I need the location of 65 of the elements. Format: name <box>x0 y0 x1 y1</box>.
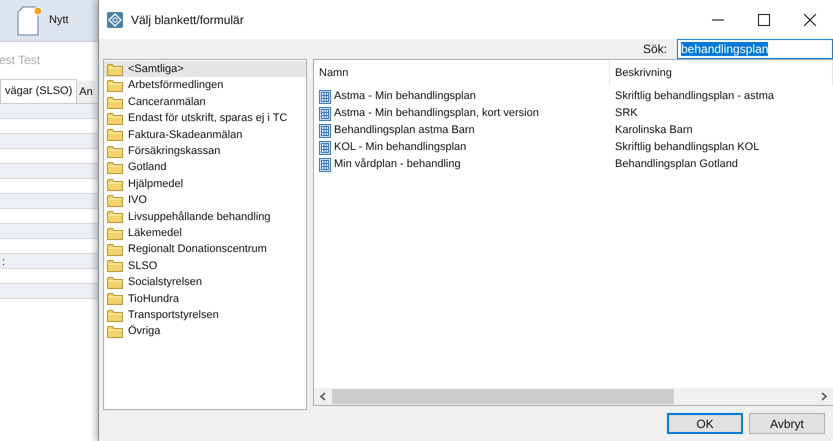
dialog-button[interactable]: OK <box>667 413 743 434</box>
column-header[interactable]: Namn <box>314 60 610 86</box>
table-cell[interactable]: Behandlingsplan astma Barn <box>334 122 475 139</box>
tab[interactable]: vägar (SLSO) <box>0 79 78 103</box>
window-title: Välj blankett/formulär <box>131 12 245 29</box>
folder-icon <box>107 210 123 224</box>
folder-icon <box>107 79 123 92</box>
folder-item[interactable]: Gotland <box>104 159 306 176</box>
form-icon <box>319 158 331 172</box>
folder-icon <box>107 112 123 125</box>
folder-item[interactable]: Övriga <box>104 323 306 340</box>
folder-icon <box>107 144 123 158</box>
minimize-icon <box>712 18 724 21</box>
folder-item[interactable]: Faktura-Skadeanmälan <box>104 126 306 144</box>
folder-item[interactable]: Försäkringskassan <box>104 143 306 160</box>
folder-icon <box>107 325 123 338</box>
folder-icon <box>107 178 123 190</box>
table-cell[interactable]: KOL - Min behandlingsplan <box>334 139 466 156</box>
table-cell[interactable]: Astma - Min behandlingsplan <box>334 88 476 105</box>
folder-item[interactable]: Läkemedel <box>104 224 306 242</box>
table-cell[interactable]: Skriftlig behandlingsplan KOL <box>610 139 760 156</box>
form-icon <box>319 140 331 155</box>
new-document-icon <box>17 6 43 36</box>
table-cell[interactable]: Astma - Min behandlingsplan, kort version <box>334 105 539 122</box>
search-label: Sök: <box>642 41 667 58</box>
folder-item[interactable]: Livsuppehållande behandling <box>104 208 306 225</box>
folder-icon <box>107 276 123 289</box>
maximize-icon <box>758 14 770 26</box>
folder-icon <box>107 308 123 322</box>
folder-icon <box>107 194 123 207</box>
close-icon <box>804 14 816 26</box>
folder-item[interactable]: SLSO <box>104 258 306 274</box>
table-cell[interactable]: Karolinska Barn <box>610 122 693 139</box>
folder-icon <box>107 226 123 240</box>
folder-icon <box>107 128 123 142</box>
folder-icon <box>107 161 123 174</box>
folder-item[interactable]: Endast för utskrift, sparas ej i TC <box>104 110 306 127</box>
folder-item[interactable]: <Samtliga> <box>104 61 306 78</box>
table-cell[interactable]: SRK <box>610 105 638 122</box>
app-icon <box>107 12 123 28</box>
folder-item[interactable]: Hjälpmedel <box>104 176 306 192</box>
field-label: : <box>1 256 6 268</box>
table-cell[interactable]: Skriftlig behandlingsplan - astma <box>610 88 774 105</box>
table-cell[interactable]: Min vårdplan - behandling <box>334 156 461 173</box>
form-icon <box>319 106 331 121</box>
folder-item[interactable]: TioHundra <box>104 290 306 307</box>
form-icon <box>319 90 331 104</box>
folder-item[interactable]: Canceranmälan <box>104 94 306 110</box>
table-cell[interactable]: Behandlingsplan Gotland <box>610 156 738 173</box>
dialog-button[interactable]: Avbryt <box>749 413 825 434</box>
folder-icon <box>107 292 123 306</box>
folder-item[interactable]: IVO <box>104 192 306 209</box>
folder-item[interactable]: Socialstyrelsen <box>104 274 306 291</box>
folder-icon <box>107 259 123 272</box>
form-icon <box>319 124 331 138</box>
folder-icon <box>107 96 123 109</box>
search-field[interactable]: behandlingsplan <box>677 39 833 60</box>
folder-item[interactable]: Regionalt Donationscentrum <box>104 241 306 258</box>
folder-item[interactable]: Transportstyrelsen <box>104 306 306 324</box>
folder-icon <box>107 62 123 76</box>
horizontal-scrollbar[interactable] <box>314 388 833 406</box>
folder-item[interactable]: Arbetsförmedlingen <box>104 77 306 94</box>
column-header[interactable]: Beskrivning <box>610 60 833 86</box>
tab[interactable]: An <box>77 81 95 103</box>
folder-icon <box>107 243 123 256</box>
